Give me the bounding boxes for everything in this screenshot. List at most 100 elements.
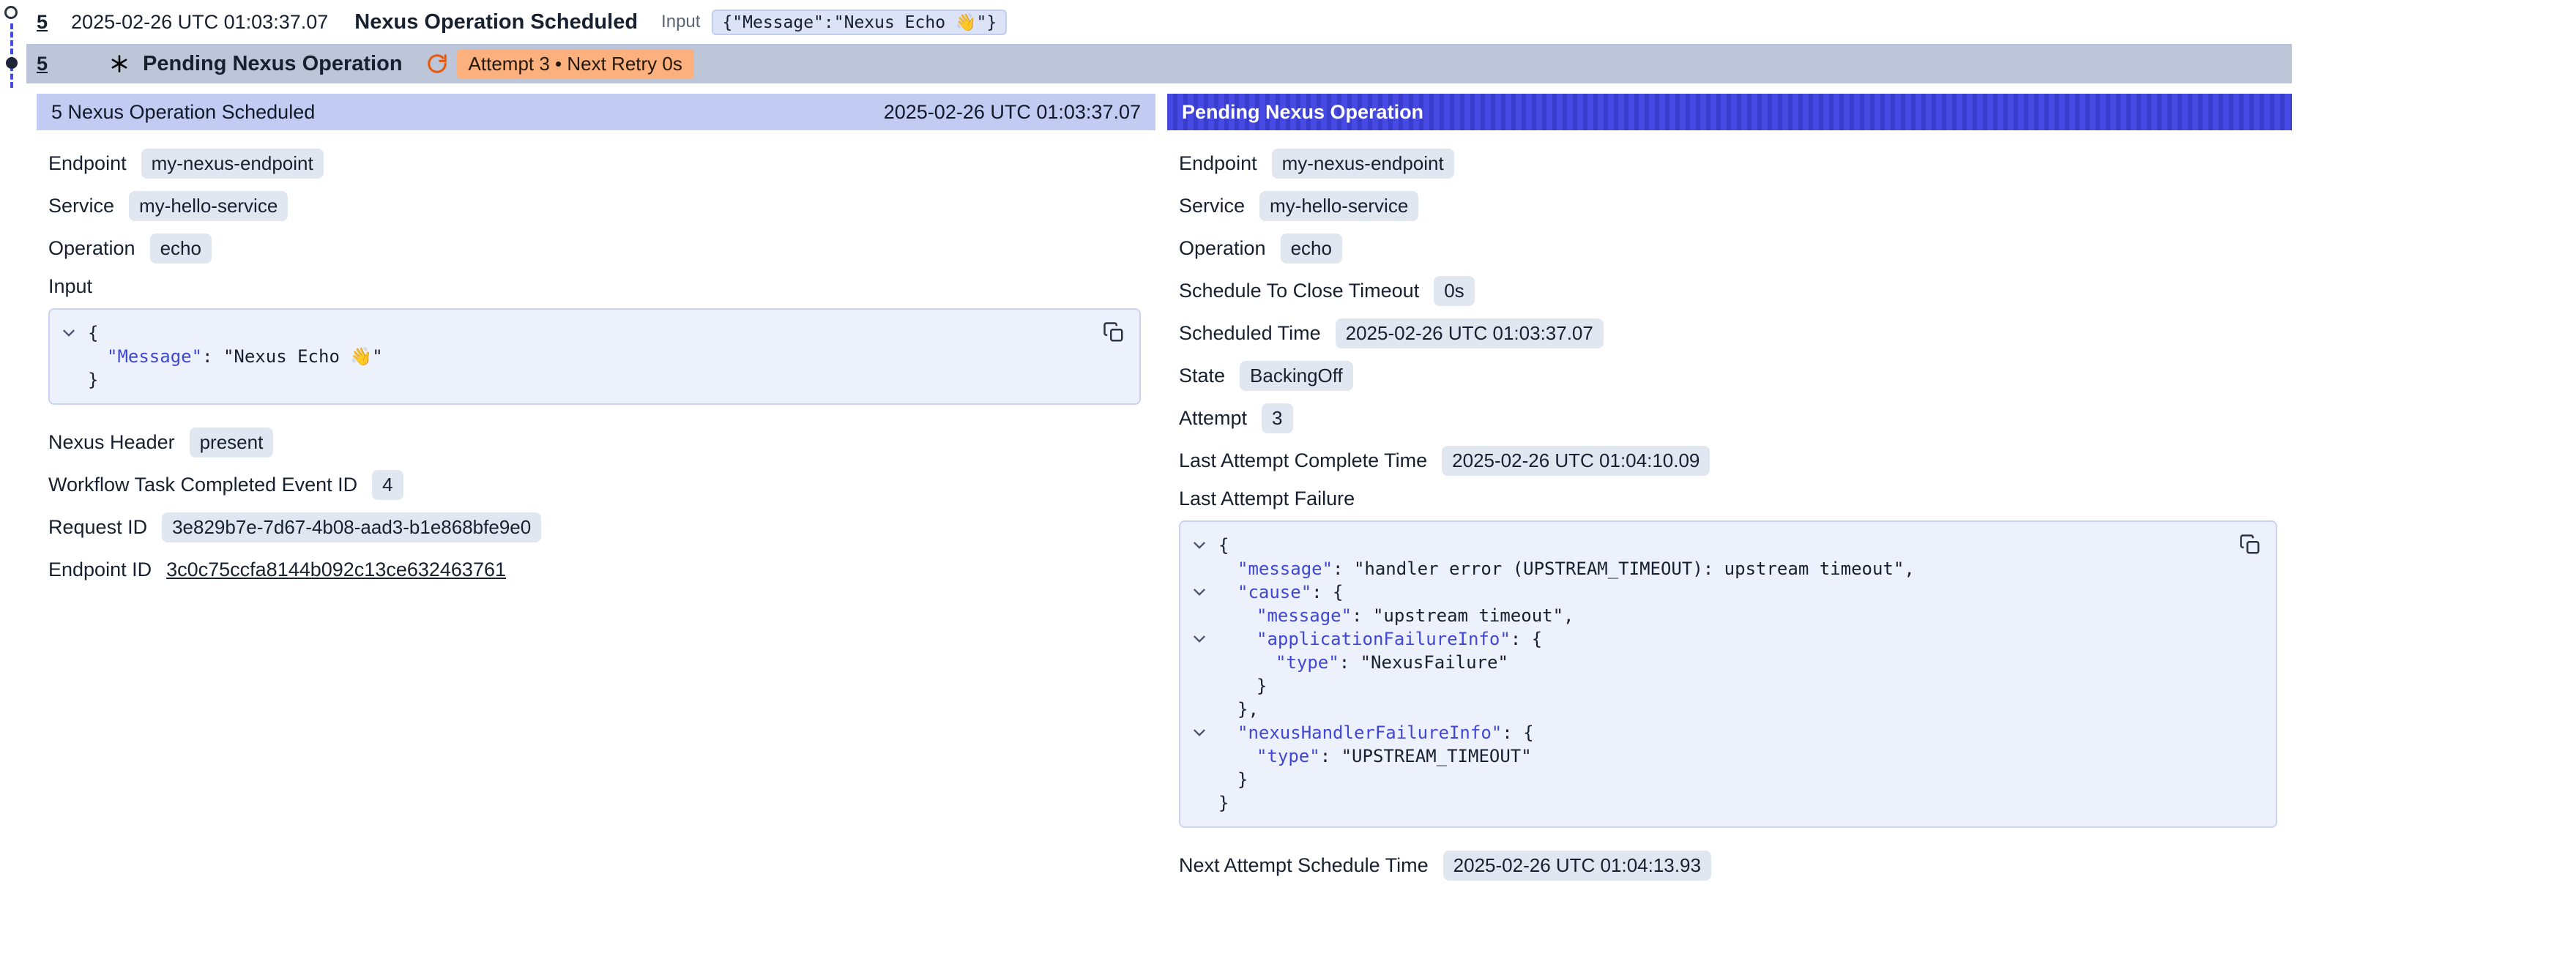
field-label: Operation bbox=[48, 237, 135, 260]
field-row: Service my-hello-service bbox=[1179, 190, 2280, 221]
field-label: Attempt bbox=[1179, 407, 1247, 430]
chevron-spacer bbox=[50, 368, 88, 392]
field-label: Operation bbox=[1179, 237, 1266, 260]
code-line: { bbox=[1180, 534, 2217, 557]
timeline-gutter bbox=[0, 0, 26, 91]
code-line: { bbox=[50, 321, 1081, 345]
input-json-lines: {"Message": "Nexus Echo 👋"} bbox=[50, 321, 1081, 392]
code-line: }, bbox=[1180, 698, 2217, 721]
pending-fields: Endpointmy-nexus-endpoint Service my-hello… bbox=[1179, 148, 2280, 476]
code-line-text: "message": "upstream timeout", bbox=[1218, 604, 1574, 627]
code-line: "message": "upstream timeout", bbox=[1180, 604, 2217, 627]
code-line-text: "applicationFailureInfo": { bbox=[1218, 627, 1542, 651]
code-line-text: "message": "handler error (UPSTREAM_TIME… bbox=[1218, 557, 1915, 580]
field-row: Request ID3e829b7e-7d67-4b08-aad3-b1e868… bbox=[48, 512, 1144, 542]
endpoint-id-label: Endpoint ID bbox=[48, 559, 152, 581]
next-attempt-label: Next Attempt Schedule Time bbox=[1179, 854, 1429, 877]
field-label: Request ID bbox=[48, 516, 147, 539]
field-value-badge: echo bbox=[150, 234, 212, 264]
code-line-text: }, bbox=[1218, 698, 1259, 721]
chevron-spacer bbox=[1180, 768, 1218, 791]
code-line: "type": "UPSTREAM_TIMEOUT" bbox=[1180, 744, 2217, 768]
scheduled-fields-bottom: Nexus Header present Workflow Task Complet… bbox=[48, 427, 1144, 542]
field-row: Operation echo bbox=[48, 233, 1144, 264]
input-json-viewer: {"Message": "Nexus Echo 👋"} bbox=[48, 308, 1141, 405]
pending-event-id-link[interactable]: 5 bbox=[37, 53, 48, 75]
chevron-spacer bbox=[50, 345, 88, 368]
copy-icon[interactable] bbox=[1100, 318, 1128, 346]
next-attempt-value-badge: 2025-02-26 UTC 01:04:13.93 bbox=[1443, 851, 1711, 881]
field-value-badge: echo bbox=[1281, 234, 1342, 264]
chevron-spacer bbox=[1180, 557, 1218, 580]
code-line-text: "cause": { bbox=[1218, 580, 1344, 604]
field-row: Nexus Header present bbox=[48, 427, 1144, 458]
field-label: Nexus Header bbox=[48, 431, 175, 454]
field-label: Last Attempt Complete Time bbox=[1179, 449, 1427, 472]
failure-section-label: Last Attempt Failure bbox=[1179, 488, 2280, 510]
event-row-pending[interactable]: 5 Pending Nexus Operation Attempt 3 • Ne… bbox=[26, 44, 2292, 83]
collapse-chevron-icon[interactable] bbox=[1180, 721, 1218, 744]
collapse-chevron-icon[interactable] bbox=[1180, 627, 1218, 651]
event-row-scheduled[interactable]: 5 2025-02-26 UTC 01:03:37.07 Nexus Opera… bbox=[26, 0, 2292, 44]
field-label: Schedule To Close Timeout bbox=[1179, 280, 1419, 302]
event-id-link[interactable]: 5 bbox=[37, 11, 48, 34]
timeline-node-circle-icon bbox=[4, 6, 18, 19]
failure-json-lines: {"message": "handler error (UPSTREAM_TIM… bbox=[1180, 534, 2217, 815]
pending-operation-panel: Pending Nexus Operation Endpointmy-nexus… bbox=[1167, 94, 2292, 892]
timeline-connector-line bbox=[10, 23, 13, 88]
field-value-badge: 2025-02-26 UTC 01:04:10.09 bbox=[1442, 446, 1710, 476]
collapse-chevron-icon[interactable] bbox=[1180, 534, 1218, 557]
event-timestamp: 2025-02-26 UTC 01:03:37.07 bbox=[71, 11, 328, 34]
failure-json-viewer: {"message": "handler error (UPSTREAM_TIM… bbox=[1179, 520, 2277, 828]
field-value-badge: BackingOff bbox=[1240, 361, 1353, 391]
event-title: Nexus Operation Scheduled bbox=[354, 10, 638, 34]
scheduled-panel-title: 5 Nexus Operation Scheduled bbox=[51, 101, 315, 124]
code-line-text: { bbox=[88, 321, 98, 345]
field-value-badge: 2025-02-26 UTC 01:03:37.07 bbox=[1336, 318, 1604, 348]
copy-icon[interactable] bbox=[2236, 531, 2264, 559]
endpoint-id-link[interactable]: 3c0c75ccfa8144b092c13ce632463761 bbox=[166, 559, 506, 581]
endpoint-id-row: Endpoint ID 3c0c75ccfa8144b092c13ce63246… bbox=[48, 554, 1144, 585]
field-row: Scheduled Time 2025-02-26 UTC 01:03:37.07 bbox=[1179, 318, 2280, 348]
retry-icon bbox=[426, 53, 448, 75]
pending-panel-body: Endpointmy-nexus-endpoint Service my-hello… bbox=[1167, 130, 2292, 881]
field-label: Service bbox=[1179, 195, 1245, 217]
chevron-spacer bbox=[1180, 651, 1218, 674]
code-line: } bbox=[50, 368, 1081, 392]
chevron-spacer bbox=[1180, 604, 1218, 627]
scheduled-panel-header: 5 Nexus Operation Scheduled 2025-02-26 U… bbox=[37, 94, 1155, 130]
event-rows: 5 2025-02-26 UTC 01:03:37.07 Nexus Opera… bbox=[26, 0, 2292, 83]
scheduled-fields-top: Endpointmy-nexus-endpointServicemy-hello… bbox=[48, 148, 1144, 264]
field-row: Endpointmy-nexus-endpoint bbox=[48, 148, 1144, 179]
field-value-badge: my-hello-service bbox=[1259, 191, 1418, 221]
field-value-badge: my-nexus-endpoint bbox=[141, 149, 324, 179]
code-line: "Message": "Nexus Echo 👋" bbox=[50, 345, 1081, 368]
timeline-node-dot-icon bbox=[6, 57, 18, 69]
field-value-badge: 4 bbox=[372, 470, 403, 500]
collapse-chevron-icon[interactable] bbox=[1180, 580, 1218, 604]
code-line: } bbox=[1180, 674, 2217, 698]
collapse-chevron-icon[interactable] bbox=[50, 321, 88, 345]
pending-panel-title: Pending Nexus Operation bbox=[1182, 101, 1423, 124]
field-row: Operation echo bbox=[1179, 233, 2280, 264]
input-section-label: Input bbox=[48, 275, 1144, 298]
field-label: Workflow Task Completed Event ID bbox=[48, 474, 357, 496]
workflow-event-history-page: 5 2025-02-26 UTC 01:03:37.07 Nexus Opera… bbox=[0, 0, 2576, 956]
field-label: Scheduled Time bbox=[1179, 322, 1321, 345]
field-row: Endpointmy-nexus-endpoint bbox=[1179, 148, 2280, 179]
field-row: Schedule To Close Timeout0s bbox=[1179, 275, 2280, 306]
field-row: Attempt3 bbox=[1179, 403, 2280, 433]
code-line-text: } bbox=[1218, 791, 1229, 815]
code-line: } bbox=[1180, 768, 2217, 791]
code-line: } bbox=[1180, 791, 2217, 815]
code-line-text: "type": "UPSTREAM_TIMEOUT" bbox=[1218, 744, 1532, 768]
event-detail-panels: 5 Nexus Operation Scheduled 2025-02-26 U… bbox=[37, 94, 2576, 892]
code-line: "applicationFailureInfo": { bbox=[1180, 627, 2217, 651]
retry-attempt-badge: Attempt 3 • Next Retry 0s bbox=[457, 49, 694, 79]
scheduled-panel-time: 2025-02-26 UTC 01:03:37.07 bbox=[884, 101, 1141, 124]
code-line: "nexusHandlerFailureInfo": { bbox=[1180, 721, 2217, 744]
field-value-badge: present bbox=[190, 427, 274, 458]
chevron-spacer bbox=[1180, 744, 1218, 768]
asterisk-icon bbox=[109, 53, 130, 74]
pending-panel-header: Pending Nexus Operation bbox=[1167, 94, 2292, 130]
